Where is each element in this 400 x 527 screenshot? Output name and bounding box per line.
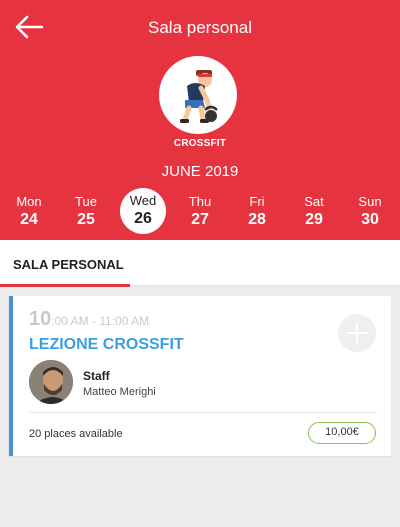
plus-icon[interactable] — [338, 314, 376, 352]
day-tue[interactable]: Tue 25 — [64, 188, 108, 238]
lesson-card[interactable]: 10:00 AM - 11:00 AM LEZIONE CROSSFIT Sta… — [9, 296, 391, 456]
day-sat[interactable]: Sat 29 — [292, 188, 336, 238]
day-date: 30 — [361, 211, 379, 228]
places-available: 20 places available — [29, 428, 123, 440]
places-count: 20 — [29, 428, 42, 440]
day-name: Thu — [188, 194, 212, 209]
tab-bar: SALA PERSONAL — [0, 240, 400, 287]
lesson-time-range: :00 AM - 11:00 AM — [51, 314, 150, 328]
day-name: Fri — [249, 194, 265, 209]
day-date: 24 — [20, 211, 38, 228]
day-date: 29 — [305, 211, 323, 228]
kettlebell-athlete-icon — [159, 56, 237, 134]
staff-name: Matteo Merighi — [83, 386, 156, 398]
header: Sala personal CROSSFIT JUNE 2019 Mon 24 … — [0, 0, 400, 240]
lesson-time: 10:00 AM - 11:00 AM — [29, 308, 149, 331]
staff-avatar — [29, 360, 73, 404]
tab-active-indicator — [0, 284, 130, 287]
day-mon[interactable]: Mon 24 — [7, 188, 51, 238]
day-name: Sun — [358, 194, 382, 209]
lesson-title[interactable]: LEZIONE CROSSFIT — [29, 336, 184, 354]
staff-label: Staff — [83, 369, 110, 383]
day-name: Mon — [16, 194, 42, 209]
page-title: Sala personal — [148, 18, 252, 37]
divider — [29, 412, 377, 413]
day-wed[interactable]: Wed 26 — [120, 188, 166, 234]
day-name: Sat — [304, 194, 324, 209]
day-date: 27 — [191, 211, 209, 228]
places-text: places available — [41, 428, 123, 440]
day-date: 25 — [77, 211, 95, 228]
lesson-time-hour: 10 — [29, 308, 52, 330]
month-label: JUNE 2019 — [161, 163, 239, 180]
tab-sala-personal[interactable]: SALA PERSONAL — [0, 240, 130, 287]
day-sun[interactable]: Sun 30 — [348, 188, 392, 238]
tab-label: SALA PERSONAL — [13, 257, 124, 272]
day-name: Tue — [75, 194, 97, 209]
category-label: CROSSFIT — [173, 138, 227, 149]
day-fri[interactable]: Fri 28 — [235, 188, 279, 238]
day-name: Wed — [129, 193, 157, 208]
day-thu[interactable]: Thu 27 — [178, 188, 222, 238]
day-date: 28 — [248, 211, 266, 228]
price-button[interactable]: 10,00€ — [308, 422, 376, 444]
day-date: 26 — [134, 210, 152, 227]
